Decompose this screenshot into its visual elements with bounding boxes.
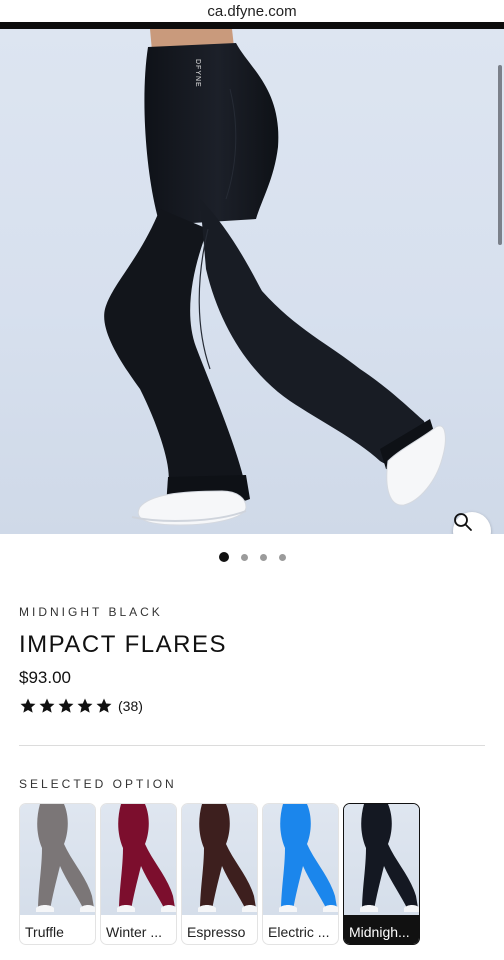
product-image-gallery[interactable]: DFYNE xyxy=(0,29,504,534)
url-bar[interactable]: ca.dfyne.com xyxy=(0,0,504,22)
color-swatch[interactable]: Electric ... xyxy=(262,803,339,945)
color-swatch-list: Truffle Winter ... Espresso Electric ... Mid… xyxy=(19,803,420,945)
pagination-dot[interactable] xyxy=(259,553,267,561)
color-swatch[interactable]: Espresso xyxy=(181,803,258,945)
product-title: IMPACT FLARES xyxy=(19,631,227,658)
swatch-label: Midnigh... xyxy=(349,924,410,940)
review-count: (38) xyxy=(118,698,143,714)
swatch-label: Electric ... xyxy=(268,924,330,940)
selected-option-label: SELECTED OPTION xyxy=(19,777,177,791)
swatch-thumbnail xyxy=(101,804,176,915)
pagination-dot[interactable] xyxy=(278,553,286,561)
brand-logo: DFYNE xyxy=(194,59,201,88)
scrollbar[interactable] xyxy=(498,65,502,245)
swatch-thumbnail xyxy=(344,804,419,915)
swatch-label: Espresso xyxy=(187,924,246,940)
star-icon xyxy=(77,698,93,713)
swatch-label: Truffle xyxy=(25,924,64,940)
color-swatch[interactable]: Truffle xyxy=(19,803,96,945)
color-swatch[interactable]: Midnigh... xyxy=(343,803,420,945)
url-text: ca.dfyne.com xyxy=(207,2,297,20)
product-photo: DFYNE xyxy=(104,29,446,526)
star-icon xyxy=(58,698,74,713)
swatch-thumbnail xyxy=(182,804,257,915)
gallery-pagination xyxy=(0,551,504,563)
star-icon xyxy=(96,698,112,713)
divider xyxy=(19,745,485,746)
color-swatch[interactable]: Winter ... xyxy=(100,803,177,945)
swatch-thumbnail xyxy=(263,804,338,915)
star-icon xyxy=(39,698,55,713)
pagination-dot[interactable] xyxy=(218,552,229,562)
magnifier-icon xyxy=(454,513,472,531)
pagination-dot[interactable] xyxy=(240,553,248,561)
swatch-thumbnail xyxy=(20,804,95,915)
header-bar xyxy=(0,22,504,29)
product-rating[interactable]: (38) xyxy=(19,697,143,715)
product-price: $93.00 xyxy=(19,668,71,687)
product-color-name: MIDNIGHT BLACK xyxy=(19,605,163,619)
star-icon xyxy=(20,698,36,713)
swatch-label: Winter ... xyxy=(106,924,163,940)
